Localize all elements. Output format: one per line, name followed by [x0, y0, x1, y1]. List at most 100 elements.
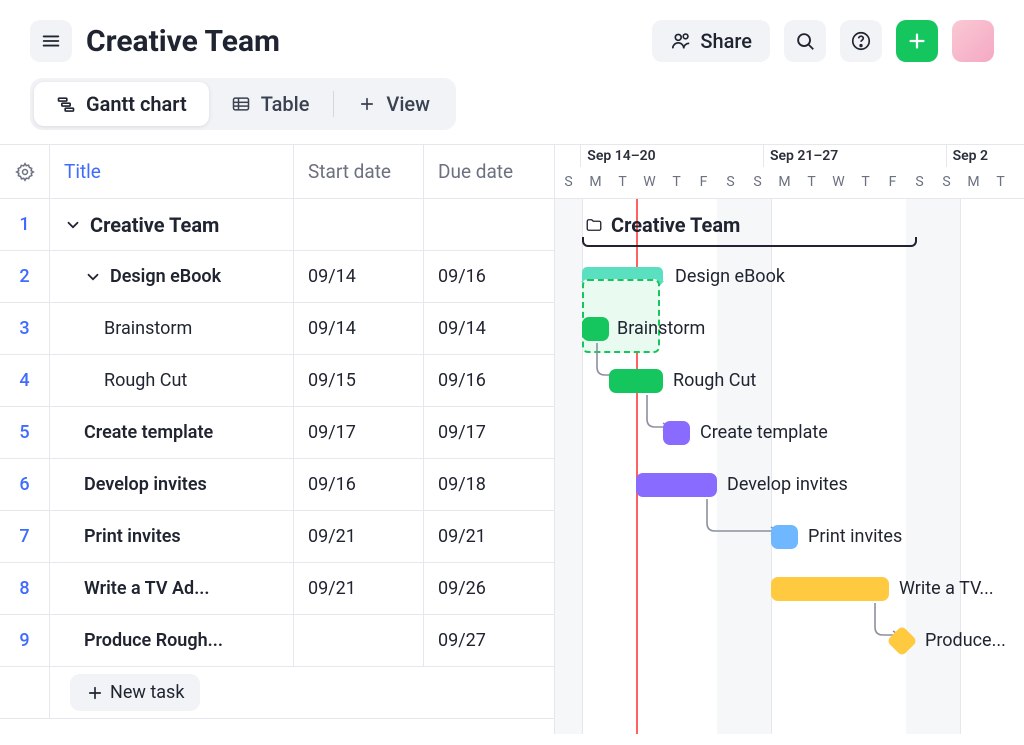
column-due-header[interactable]: Due date [424, 145, 554, 198]
new-task-button[interactable]: New task [70, 674, 200, 711]
day-cell: T [987, 174, 1014, 190]
day-cell: F [690, 174, 717, 190]
plus-icon [86, 684, 104, 702]
row-title[interactable]: Brainstorm [50, 303, 294, 354]
gantt-bar-label: Write a TV... [899, 578, 994, 599]
gantt-body[interactable]: Creative Team Design eBook Brainstorm Ro… [555, 199, 1024, 734]
day-cell: S [555, 174, 582, 190]
row-title-text: Creative Team [90, 213, 219, 237]
row-start[interactable]: 09/15 [294, 355, 424, 406]
row-start[interactable]: 09/16 [294, 459, 424, 510]
row-start[interactable]: 09/17 [294, 407, 424, 458]
row-title[interactable]: Rough Cut [50, 355, 294, 406]
gantt-header: Sep 14–20 Sep 21–27 Sep 2 S M T W T F S … [555, 145, 1024, 199]
day-cell: T [609, 174, 636, 190]
gantt-bar-label: Rough Cut [673, 370, 756, 391]
help-button[interactable] [840, 20, 882, 62]
gantt-bar-create-template[interactable] [663, 421, 690, 445]
gantt-group-text: Creative Team [611, 213, 740, 237]
search-button[interactable] [784, 20, 826, 62]
row-start[interactable]: 09/14 [294, 303, 424, 354]
table-row[interactable]: 4 Rough Cut 09/15 09/16 [0, 355, 554, 407]
column-settings[interactable] [0, 145, 50, 198]
row-due[interactable]: 09/17 [424, 407, 554, 458]
tab-gantt[interactable]: Gantt chart [34, 82, 209, 126]
plus-icon [358, 95, 376, 113]
row-title-text: Brainstorm [104, 318, 192, 339]
menu-button[interactable] [30, 20, 72, 62]
row-title[interactable]: Develop invites [50, 459, 294, 510]
table-row[interactable]: 3 Brainstorm 09/14 09/14 [0, 303, 554, 355]
table-row[interactable]: 7 Print invites 09/21 09/21 [0, 511, 554, 563]
gantt-icon [56, 94, 76, 114]
table-row[interactable]: 8 Write a TV Ad... 09/21 09/26 [0, 563, 554, 615]
chevron-down-icon [84, 268, 102, 286]
tab-divider [333, 91, 334, 117]
day-cell: S [717, 174, 744, 190]
avatar[interactable] [952, 20, 994, 62]
table-row[interactable]: 9 Produce Rough... 09/27 [0, 615, 554, 667]
people-icon [670, 30, 692, 52]
table-row[interactable]: 6 Develop invites 09/16 09/18 [0, 459, 554, 511]
day-cell: T [852, 174, 879, 190]
gantt-bar-brainstorm[interactable] [582, 317, 609, 341]
row-number: 4 [0, 355, 50, 406]
day-cell: T [663, 174, 690, 190]
gantt-bar-rough-cut[interactable] [609, 369, 663, 393]
column-start-header[interactable]: Start date [294, 145, 424, 198]
row-start[interactable] [294, 199, 424, 250]
row-title-text: Write a TV Ad... [84, 578, 210, 599]
tab-add-view[interactable]: View [336, 82, 452, 126]
row-due[interactable]: 09/16 [424, 251, 554, 302]
day-cell: M [771, 174, 798, 190]
gantt-group-label: Creative Team [585, 213, 740, 237]
row-start[interactable]: 09/21 [294, 563, 424, 614]
row-title-text: Print invites [84, 526, 181, 547]
row-number: 1 [0, 199, 50, 250]
new-task-label: New task [110, 682, 184, 703]
row-title[interactable]: Print invites [50, 511, 294, 562]
day-cell: W [825, 174, 852, 190]
row-start[interactable]: 09/21 [294, 511, 424, 562]
row-due[interactable]: 09/14 [424, 303, 554, 354]
gantt-days: S M T W T F S S M T W T F S S M T [555, 167, 1024, 198]
row-number: 3 [0, 303, 50, 354]
row-due[interactable] [424, 199, 554, 250]
gantt-bar-print-invites[interactable] [771, 525, 798, 549]
table-header: Title Start date Due date [0, 145, 554, 199]
table-row[interactable]: 1 Creative Team [0, 199, 554, 251]
table-row[interactable]: 2 Design eBook 09/14 09/16 [0, 251, 554, 303]
row-due[interactable]: 09/21 [424, 511, 554, 562]
row-start[interactable] [294, 615, 424, 666]
tab-table[interactable]: Table [209, 82, 332, 126]
row-title[interactable]: Design eBook [50, 251, 294, 302]
row-title[interactable]: Creative Team [50, 199, 294, 250]
gantt-chart[interactable]: Sep 14–20 Sep 21–27 Sep 2 S M T W T F S … [555, 145, 1024, 734]
day-cell: S [744, 174, 771, 190]
add-button[interactable] [896, 20, 938, 62]
row-number: 2 [0, 251, 50, 302]
table-row[interactable]: 5 Create template 09/17 09/17 [0, 407, 554, 459]
share-button[interactable]: Share [652, 20, 770, 62]
row-number: 5 [0, 407, 50, 458]
row-title[interactable]: Create template [50, 407, 294, 458]
tab-gantt-label: Gantt chart [86, 92, 187, 116]
gantt-bar-develop-invites[interactable] [636, 473, 717, 497]
row-due[interactable]: 09/27 [424, 615, 554, 666]
plus-icon [906, 30, 928, 52]
gantt-bar-label: Print invites [808, 526, 902, 547]
row-title[interactable]: Write a TV Ad... [50, 563, 294, 614]
gantt-bar-label: Develop invites [727, 474, 848, 495]
row-due[interactable]: 09/16 [424, 355, 554, 406]
row-title[interactable]: Produce Rough... [50, 615, 294, 666]
row-number: 7 [0, 511, 50, 562]
gantt-bar-write-tv[interactable] [771, 577, 889, 601]
row-due[interactable]: 09/26 [424, 563, 554, 614]
group-bracket [582, 237, 917, 247]
column-title-header[interactable]: Title [50, 145, 294, 198]
gantt-bar-label: Create template [700, 422, 828, 443]
row-number: 8 [0, 563, 50, 614]
row-start[interactable]: 09/14 [294, 251, 424, 302]
row-due[interactable]: 09/18 [424, 459, 554, 510]
gantt-bar-label: Brainstorm [617, 318, 705, 339]
